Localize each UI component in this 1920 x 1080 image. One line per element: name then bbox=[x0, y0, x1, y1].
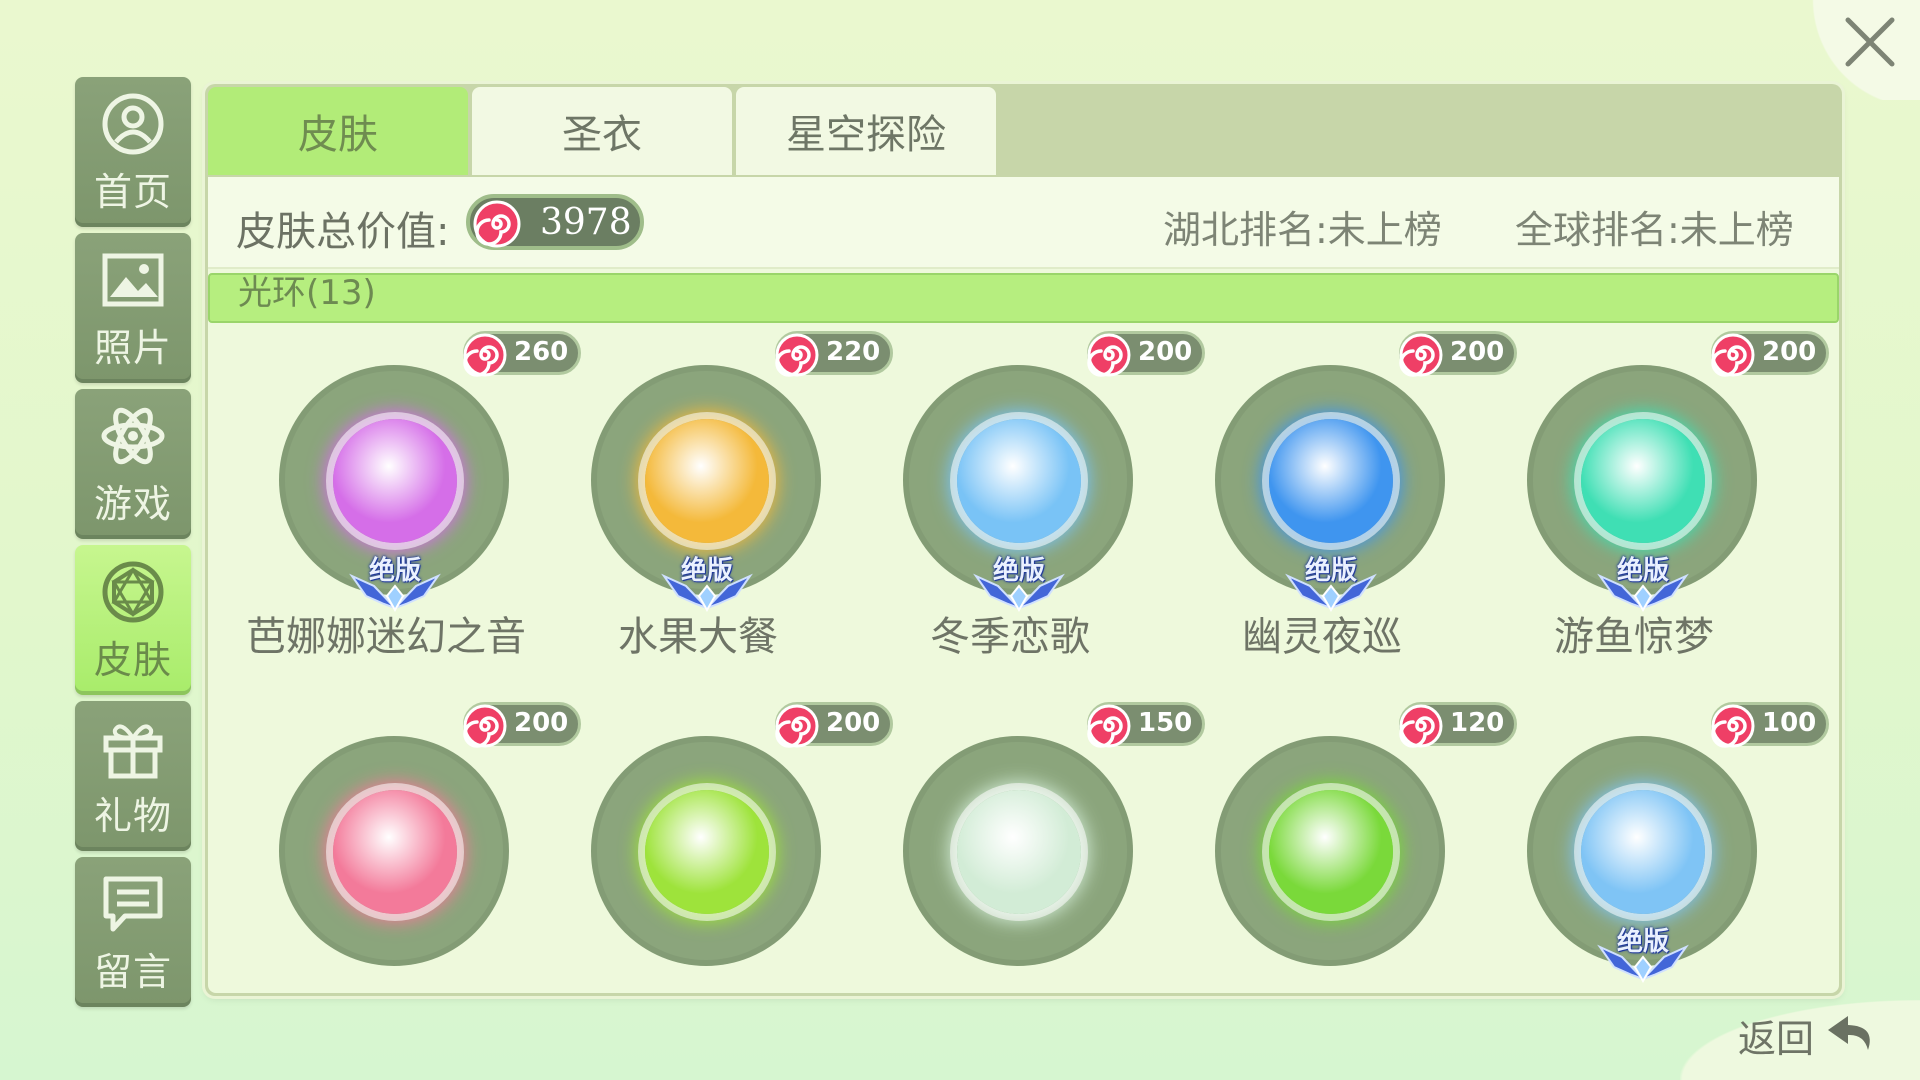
skin-name: 幽灵夜巡 bbox=[1242, 614, 1402, 660]
gift-icon bbox=[98, 713, 168, 783]
sidebar-item-gifts[interactable]: 礼物 bbox=[75, 701, 191, 851]
skin-item[interactable]: 120 bbox=[1166, 702, 1517, 993]
skin-item[interactable]: 200 bbox=[542, 702, 893, 993]
sidebar-item-label: 照片 bbox=[93, 325, 172, 370]
total-value-label: 皮肤总价值: bbox=[236, 209, 450, 255]
skin-preview bbox=[333, 790, 457, 914]
sidebar-item-games[interactable]: 游戏 bbox=[75, 389, 191, 539]
sidebar-item-label: 礼物 bbox=[93, 793, 172, 838]
main-panel: 皮肤 圣衣 星空探险 皮肤总价值: 3978 湖北排名:未上榜 全球排名:未上榜… bbox=[205, 84, 1842, 996]
back-arrow-icon bbox=[1828, 1016, 1870, 1050]
total-value: 3978 bbox=[540, 202, 632, 243]
limited-edition-badge: 绝版 bbox=[1594, 917, 1692, 987]
skin-preview bbox=[1581, 790, 1705, 914]
sidebar-item-photo[interactable]: 照片 bbox=[75, 233, 191, 383]
skin-preview bbox=[1269, 790, 1393, 914]
tab-starry-adventure[interactable]: 星空探险 bbox=[736, 87, 996, 175]
skin-item[interactable]: 绝版 200 冬季恋歌 bbox=[854, 331, 1205, 661]
category-label: 光环(13) bbox=[238, 273, 376, 313]
skin-item[interactable]: 绝版 100 bbox=[1478, 702, 1829, 993]
price-tag: 100 bbox=[1711, 702, 1829, 748]
limited-edition-label: 绝版 bbox=[1616, 556, 1669, 586]
region-rank: 湖北排名:未上榜 bbox=[1163, 208, 1442, 252]
skin-name: 游鱼惊梦 bbox=[1554, 614, 1714, 660]
skin-item[interactable]: 绝版 200 游鱼惊梦 bbox=[1478, 331, 1829, 661]
price-value: 200 bbox=[1762, 337, 1817, 367]
candy-icon bbox=[1399, 704, 1443, 748]
candy-icon bbox=[1711, 704, 1755, 748]
skin-preview bbox=[645, 790, 769, 914]
candy-icon bbox=[463, 333, 507, 377]
skin-item[interactable]: 绝版 220 水果大餐 bbox=[542, 331, 893, 661]
skin-preview bbox=[1269, 419, 1393, 543]
skin-name: 冬季恋歌 bbox=[930, 614, 1090, 660]
sidebar-item-home[interactable]: 首页 bbox=[75, 77, 191, 227]
sidebar-item-messages[interactable]: 留言 bbox=[75, 857, 191, 1007]
skin-preview bbox=[957, 790, 1081, 914]
price-tag: 200 bbox=[1711, 331, 1829, 377]
user-icon bbox=[98, 89, 168, 159]
skin-name: 水果大餐 bbox=[618, 614, 778, 660]
limited-edition-label: 绝版 bbox=[992, 556, 1045, 586]
sidebar-item-skins[interactable]: 皮肤 bbox=[75, 545, 191, 695]
content-area: 皮肤总价值: 3978 湖北排名:未上榜 全球排名:未上榜 光环(13) 绝版 … bbox=[208, 177, 1839, 993]
photo-icon bbox=[98, 245, 168, 315]
candy-icon bbox=[463, 704, 507, 748]
gem-icon bbox=[98, 557, 168, 627]
stats-bar: 皮肤总价值: 3978 湖北排名:未上榜 全球排名:未上榜 bbox=[208, 177, 1839, 269]
skin-preview bbox=[333, 419, 457, 543]
skin-name: 芭娜娜迷幻之音 bbox=[246, 614, 526, 660]
back-button[interactable]: 返回 bbox=[1680, 1000, 1920, 1080]
sidebar-item-label: 首页 bbox=[93, 169, 172, 214]
skin-preview bbox=[957, 419, 1081, 543]
limited-edition-label: 绝版 bbox=[1304, 556, 1357, 586]
tab-skins[interactable]: 皮肤 bbox=[208, 87, 468, 175]
back-label: 返回 bbox=[1738, 1017, 1815, 1061]
candy-icon bbox=[1087, 333, 1131, 377]
skin-preview bbox=[1581, 419, 1705, 543]
category-header[interactable]: 光环(13) bbox=[208, 273, 1839, 323]
candy-icon bbox=[1711, 333, 1755, 377]
message-icon bbox=[98, 869, 168, 939]
price-value: 100 bbox=[1762, 708, 1817, 738]
candy-icon bbox=[775, 333, 819, 377]
limited-edition-label: 绝版 bbox=[368, 556, 421, 586]
candy-icon bbox=[1087, 704, 1131, 748]
skin-item[interactable]: 绝版 200 幽灵夜巡 bbox=[1166, 331, 1517, 661]
close-icon bbox=[1845, 17, 1895, 67]
skin-item[interactable]: 200 bbox=[230, 702, 581, 993]
tab-holy-cloth[interactable]: 圣衣 bbox=[472, 87, 732, 175]
global-rank: 全球排名:未上榜 bbox=[1515, 208, 1794, 252]
candy-icon bbox=[775, 704, 819, 748]
skin-item[interactable]: 绝版 260 芭娜娜迷幻之音 bbox=[230, 331, 581, 661]
candy-icon bbox=[473, 200, 521, 248]
sidebar: 首页 照片 游戏 皮肤 礼物 留言 bbox=[75, 77, 191, 1013]
sidebar-item-label: 皮肤 bbox=[93, 637, 172, 682]
limited-edition-label: 绝版 bbox=[680, 556, 733, 586]
sidebar-item-label: 留言 bbox=[93, 949, 172, 994]
skin-item[interactable]: 150 bbox=[854, 702, 1205, 993]
sidebar-item-label: 游戏 bbox=[93, 481, 172, 526]
candy-icon bbox=[1399, 333, 1443, 377]
total-value-badge: 3978 bbox=[466, 194, 644, 250]
limited-edition-label: 绝版 bbox=[1616, 927, 1669, 957]
tab-bar: 皮肤 圣衣 星空探险 bbox=[208, 87, 1000, 175]
skin-preview bbox=[645, 419, 769, 543]
atom-icon bbox=[98, 401, 168, 471]
